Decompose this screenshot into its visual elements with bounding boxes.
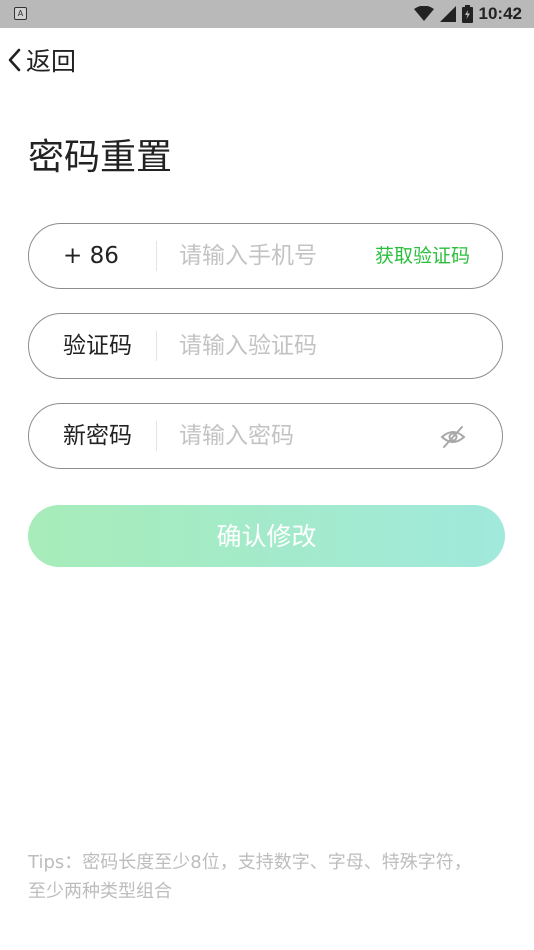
clock: 10:42: [478, 4, 522, 23]
password-field: 新密码: [28, 403, 503, 469]
status-icons: 10:42: [413, 3, 522, 25]
code-field: 验证码: [28, 313, 503, 379]
code-input[interactable]: [179, 326, 469, 366]
country-code: + 86: [63, 243, 119, 269]
field-divider: [156, 421, 157, 451]
password-input[interactable]: [179, 416, 419, 456]
signal-icon: [439, 6, 456, 22]
password-label: 新密码: [63, 423, 132, 449]
back-label: 返回: [26, 47, 77, 76]
status-bar: A 10:42: [0, 0, 534, 28]
notification-icon: A: [14, 7, 27, 20]
chevron-left-icon: [8, 48, 21, 72]
phone-field: + 86 获取验证码: [28, 223, 503, 289]
code-label: 验证码: [63, 333, 132, 359]
back-button[interactable]: 返回: [6, 42, 76, 78]
field-divider: [156, 331, 157, 361]
page-title: 密码重置: [28, 137, 173, 178]
eye-hidden-icon[interactable]: [440, 424, 466, 450]
phone-input[interactable]: [179, 236, 369, 276]
wifi-icon: [413, 6, 434, 21]
get-code-button[interactable]: 获取验证码: [375, 224, 470, 288]
tips-text: Tips：密码长度至少8位，支持数字、字母、特殊字符，至少两种类型组合: [28, 852, 472, 902]
field-divider: [156, 241, 157, 271]
battery-icon: [461, 5, 473, 23]
confirm-button[interactable]: 确认修改: [28, 505, 505, 567]
